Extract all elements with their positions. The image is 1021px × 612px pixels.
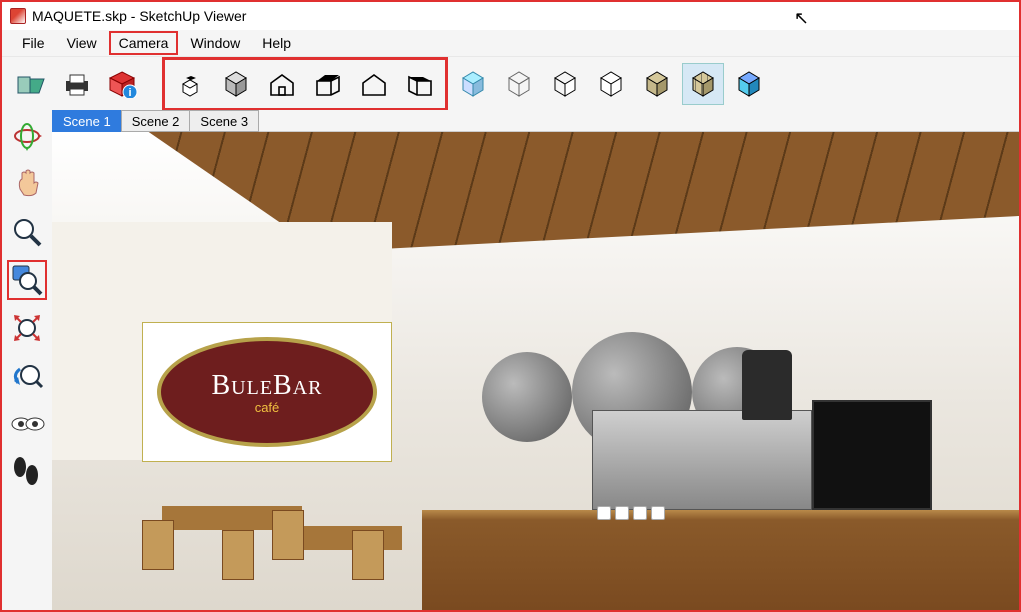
svg-text:i: i	[128, 87, 131, 98]
scene-chair	[272, 510, 304, 560]
hidden-line-style-button[interactable]	[544, 63, 586, 105]
top-view-button[interactable]	[215, 63, 257, 105]
scene-espresso-machine	[592, 410, 812, 510]
scene-pos-screen	[812, 400, 932, 510]
workspace: Scene 1 Scene 2 Scene 3 BuleBar café	[2, 110, 1019, 610]
scene-tab-1[interactable]: Scene 1	[52, 110, 122, 132]
title-bar: MAQUETE.skp - SketchUp Viewer	[2, 2, 1019, 30]
menu-bar: File View Camera Window Help	[2, 30, 1019, 56]
open-file-button[interactable]	[10, 63, 52, 105]
scene-dining-area	[92, 460, 452, 610]
scene-chair	[142, 520, 174, 570]
wireframe-style-button[interactable]	[498, 63, 540, 105]
views-toolbar-group	[162, 57, 448, 111]
left-view-button[interactable]	[399, 63, 441, 105]
side-toolbar	[2, 110, 52, 610]
toolbar-separator	[152, 66, 154, 102]
zoom-window-button[interactable]	[7, 260, 47, 300]
scene-tabs: Scene 1 Scene 2 Scene 3	[52, 110, 1019, 132]
orbit-button[interactable]	[7, 116, 47, 156]
front-view-button[interactable]	[261, 63, 303, 105]
print-button[interactable]	[56, 63, 98, 105]
scene-chair	[222, 530, 254, 580]
main-area: Scene 1 Scene 2 Scene 3 BuleBar café	[52, 110, 1019, 610]
scene-pendant-lamp	[482, 352, 572, 442]
scene-chair	[352, 530, 384, 580]
scene-grinder	[742, 350, 792, 420]
scene-tab-3[interactable]: Scene 3	[189, 110, 259, 132]
viewport-3d[interactable]: BuleBar café	[52, 132, 1019, 610]
scene-logo-brand: BuleBar	[211, 370, 322, 402]
xray-style-button[interactable]	[452, 63, 494, 105]
shaded-style-button[interactable]	[590, 63, 632, 105]
zoom-button[interactable]	[7, 212, 47, 252]
window-title: MAQUETE.skp - SketchUp Viewer	[32, 8, 246, 24]
scene-logo-poster: BuleBar café	[142, 322, 392, 462]
menu-window[interactable]: Window	[180, 31, 250, 55]
menu-help[interactable]: Help	[252, 31, 301, 55]
zoom-extents-button[interactable]	[7, 308, 47, 348]
walk-button[interactable]	[7, 452, 47, 492]
scene-logo-sub: café	[255, 400, 280, 415]
scene-tab-2[interactable]: Scene 2	[121, 110, 191, 132]
previous-view-button[interactable]	[7, 356, 47, 396]
app-icon	[10, 8, 26, 24]
cursor-icon: ↖	[794, 8, 809, 29]
iso-view-button[interactable]	[169, 63, 211, 105]
model-info-button[interactable]: i	[102, 63, 144, 105]
back-view-button[interactable]	[353, 63, 395, 105]
main-toolbar: i	[2, 56, 1019, 110]
pan-button[interactable]	[7, 164, 47, 204]
scene-cups	[597, 506, 665, 520]
look-around-button[interactable]	[7, 404, 47, 444]
right-view-button[interactable]	[307, 63, 349, 105]
menu-view[interactable]: View	[57, 31, 107, 55]
menu-file[interactable]: File	[12, 31, 55, 55]
monochrome-style-button[interactable]	[728, 63, 770, 105]
scene-counter	[422, 510, 1019, 610]
shaded-no-texture-button[interactable]	[636, 63, 678, 105]
menu-camera[interactable]: Camera	[109, 31, 179, 55]
shaded-with-textures-button[interactable]	[682, 63, 724, 105]
scene-logo-oval: BuleBar café	[157, 337, 377, 447]
